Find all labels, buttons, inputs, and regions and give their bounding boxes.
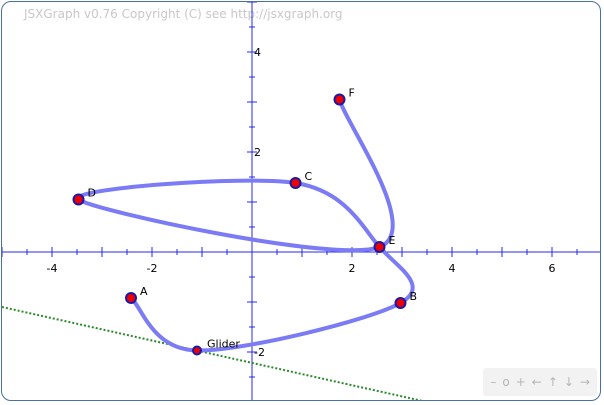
x-tick-label: -4 (47, 262, 58, 275)
point-b[interactable] (394, 297, 407, 309)
tangent-line (2, 306, 423, 400)
pan-right-button[interactable]: → (579, 375, 591, 389)
curve-layer (2, 97, 423, 400)
point-glider[interactable] (192, 345, 202, 356)
y-tick-label: -2 (254, 346, 265, 359)
jsxgraph-board[interactable]: JSXGraph v0.76 Copyright (C) see http://… (1, 1, 601, 401)
x-tick-label: 2 (349, 262, 356, 275)
point-a[interactable] (125, 292, 137, 304)
point-label-c: C (305, 170, 313, 183)
spline-curve (76, 97, 415, 353)
point-c[interactable] (289, 177, 302, 189)
y-tick-label: 2 (254, 146, 261, 159)
axes: -4 -2 2 4 6 4 2 -2 (2, 2, 600, 400)
zoom-out-button[interactable]: – (489, 375, 497, 389)
zoom-reset-button[interactable]: o (501, 375, 510, 389)
points-layer: A B C D E F Glider (72, 87, 418, 356)
pan-up-button[interactable]: ↑ (547, 375, 559, 389)
point-e[interactable] (373, 241, 386, 253)
point-label-glider: Glider (207, 338, 240, 351)
point-label-e: E (389, 234, 396, 247)
x-tick-label: -2 (147, 262, 158, 275)
point-d[interactable] (72, 193, 85, 206)
point-label-f: F (349, 87, 355, 100)
y-tick-label: 4 (254, 46, 261, 59)
point-label-d: D (88, 187, 96, 200)
point-f[interactable] (333, 93, 346, 106)
x-tick-label: 4 (449, 262, 456, 275)
x-tick-label: 6 (549, 262, 556, 275)
zoom-in-button[interactable]: + (515, 375, 527, 389)
pan-down-button[interactable]: ↓ (563, 375, 575, 389)
pan-left-button[interactable]: ← (531, 375, 543, 389)
plot-canvas[interactable]: -4 -2 2 4 6 4 2 -2 A B C D E F Glider (2, 2, 601, 401)
point-label-b: B (410, 290, 418, 303)
point-label-a: A (140, 285, 148, 298)
navigation-bar: – o + ← ↑ ↓ → (483, 368, 597, 396)
